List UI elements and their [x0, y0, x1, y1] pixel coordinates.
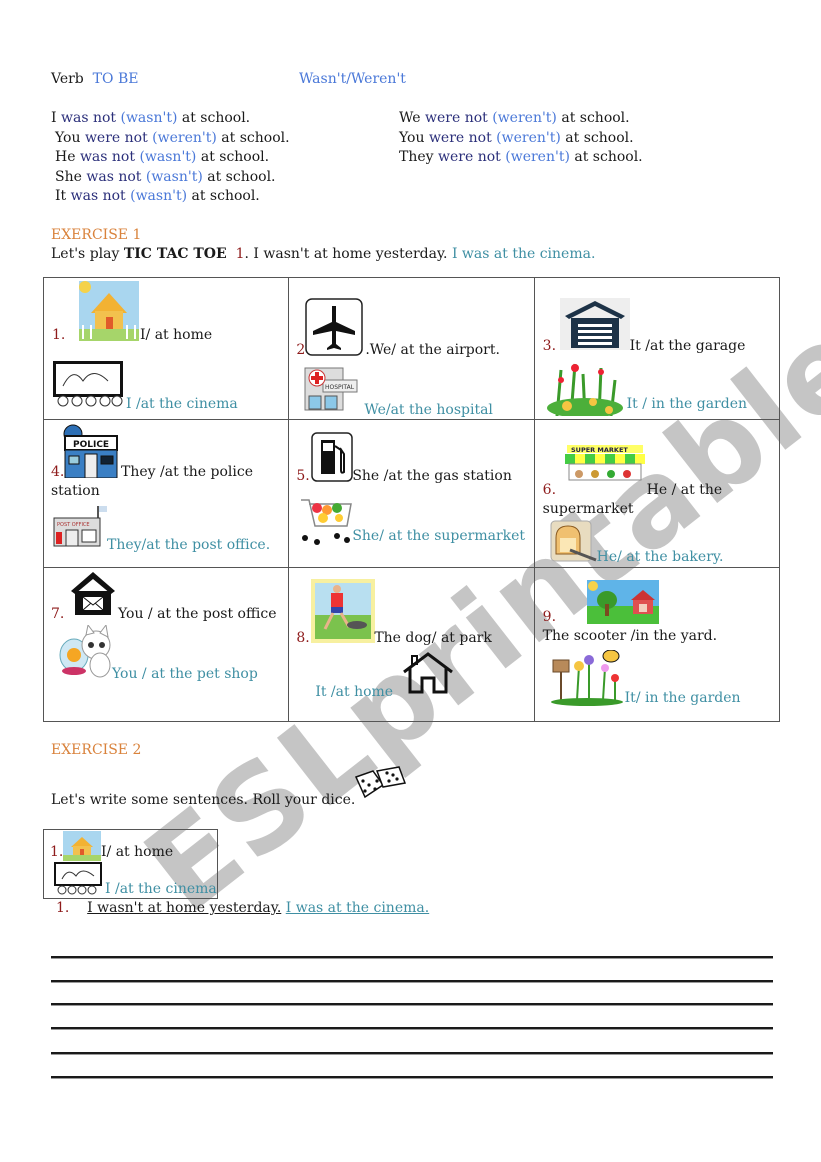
cell-number: 7. — [51, 606, 65, 622]
cell-number: 3. — [542, 338, 557, 354]
forms-title: Wasn't/Weren't — [299, 71, 406, 87]
cell-number: 1. — [52, 327, 66, 343]
airplane-icon — [305, 298, 364, 356]
exercise2-instruction: Let's write some sentences. Roll your di… — [51, 792, 356, 808]
svg-text:POST OFFICE: POST OFFICE — [57, 522, 90, 528]
cell-number: 9. — [542, 609, 557, 625]
gas-pump-icon — [311, 432, 354, 482]
cell-answer: I /at the cinema — [126, 396, 238, 412]
cell-number: 5. — [296, 468, 310, 484]
cell-prompt-continued: station — [51, 483, 100, 499]
cell-answer: You / at the pet shop — [112, 666, 258, 682]
cat-fishbowl-icon — [59, 625, 111, 678]
cell-prompt: It /at the garage — [629, 338, 746, 354]
grid-cell-7[interactable]: 7. You / at the post office You / at the… — [42, 567, 290, 722]
yard-picture-icon — [586, 580, 659, 624]
cell-answer: It/ in the garden — [624, 690, 741, 706]
svg-text:HOSPITAL: HOSPITAL — [325, 384, 355, 391]
grid-cell-6[interactable]: SUPER MARKET 6. He / at the supermarket … — [533, 419, 781, 568]
writing-line[interactable] — [51, 1003, 773, 1006]
cell-prompt: He / at the — [646, 482, 723, 498]
bread-icon — [550, 520, 597, 562]
supermarket-icon: SUPER MARKET — [564, 445, 645, 481]
cell-answer: It / in the garden — [626, 396, 748, 412]
example-card-number: 1. — [50, 844, 64, 860]
grid-cell-9[interactable]: 9. The scooter /in the yard. It/ in the … — [533, 567, 781, 722]
writing-line[interactable] — [51, 1052, 773, 1055]
cell-number: 6. — [542, 482, 557, 498]
house-picture-icon — [63, 831, 101, 861]
grid-cell-3[interactable]: 3. It /at the garage It / in the garden — [533, 277, 781, 420]
house-picture-icon — [79, 281, 139, 341]
cell-answer: It /at home — [315, 684, 394, 700]
garden-bee-icon — [550, 650, 623, 706]
writing-line[interactable] — [51, 1027, 773, 1030]
writing-line[interactable] — [51, 1076, 773, 1079]
verb-heading: Verb TO BE — [51, 71, 138, 87]
svg-text:SUPER MARKET: SUPER MARKET — [571, 446, 628, 454]
exercise1-title: EXERCISE 1 — [51, 227, 142, 243]
flowers-icon — [546, 363, 623, 416]
svg-text:POLICE: POLICE — [73, 440, 109, 450]
conjugation-row: I was not (wasn't) at school. — [51, 110, 251, 126]
cell-prompt: The dog/ at park — [374, 630, 492, 646]
cell-prompt-continued: supermarket — [542, 501, 634, 517]
dice-icon — [354, 766, 407, 799]
cell-prompt: I/ at home — [140, 327, 213, 343]
cell-answer: He/ at the bakery. — [596, 549, 724, 565]
cell-prompt: She /at the gas station — [352, 468, 512, 484]
grid-cell-5[interactable]: 5. She /at the gas station She/ at the s… — [288, 419, 535, 568]
conjugation-row: She was not (wasn't) at school. — [55, 169, 276, 185]
exercise1-instruction: Let's play TIC TAC TOE 1. I wasn't at ho… — [51, 246, 596, 262]
conjugation-row: You were not (weren't) at school. — [399, 130, 634, 146]
house-outline-icon — [403, 652, 454, 694]
grid-cell-2[interactable]: 2 .We/ at the airport. HOSPITAL We/at th… — [288, 277, 535, 420]
verb-name: TO BE — [92, 71, 139, 87]
verb-label: Verb — [51, 71, 84, 87]
cinema-icon — [53, 361, 123, 407]
conjugation-row: We were not (weren't) at school. — [399, 110, 630, 126]
example-answer: 1. I wasn't at home yesterday. I was at … — [56, 900, 430, 916]
example-card: 1. I/ at home I /at the cinema — [43, 829, 218, 899]
grid-cell-1[interactable]: 1. I/ at home I /at the cinema — [42, 277, 290, 420]
writing-line[interactable] — [51, 980, 773, 983]
conjugation-row: They were not (weren't) at school. — [399, 149, 643, 165]
conjugation-row: He was not (wasn't) at school. — [55, 149, 270, 165]
conjugation-row: It was not (wasn't) at school. — [55, 188, 260, 204]
cell-answer: She/ at the supermarket — [352, 528, 526, 544]
example-card-answer: I /at the cinema — [105, 881, 217, 897]
writing-line[interactable] — [51, 956, 773, 959]
post-office-icon: POST OFFICE — [53, 506, 107, 547]
exercise2-title: EXERCISE 2 — [51, 742, 142, 758]
cell-prompt: You / at the post office — [118, 606, 277, 622]
runner-park-icon — [311, 579, 376, 643]
hospital-icon: HOSPITAL — [304, 367, 358, 411]
shopping-cart-icon — [301, 499, 353, 545]
tic-tac-toe-grid: 1. I/ at home I /at the cinema 2 .We/ at… — [42, 277, 781, 722]
grid-cell-4[interactable]: POLICE 4. They /at the police station PO… — [42, 419, 290, 568]
cinema-icon — [54, 862, 102, 895]
garage-icon — [559, 298, 630, 350]
cell-prompt: They /at the police — [121, 464, 253, 480]
cell-answer: They/at the post office. — [107, 537, 271, 553]
conjugation-row: You were not (weren't) at school. — [55, 130, 290, 146]
cell-number: 8. — [296, 630, 310, 646]
cell-number: 4. — [51, 464, 65, 480]
cell-number: 2 — [296, 342, 306, 358]
police-station-icon: POLICE — [63, 424, 118, 478]
example-card-prompt: I/ at home — [101, 844, 174, 860]
cell-answer: We/at the hospital — [364, 402, 493, 418]
cell-prompt: .We/ at the airport. — [365, 342, 500, 358]
mail-house-icon — [71, 572, 115, 615]
grid-cell-8[interactable]: 8. The dog/ at park It /at home — [288, 567, 535, 722]
cell-prompt: The scooter /in the yard. — [542, 628, 718, 644]
